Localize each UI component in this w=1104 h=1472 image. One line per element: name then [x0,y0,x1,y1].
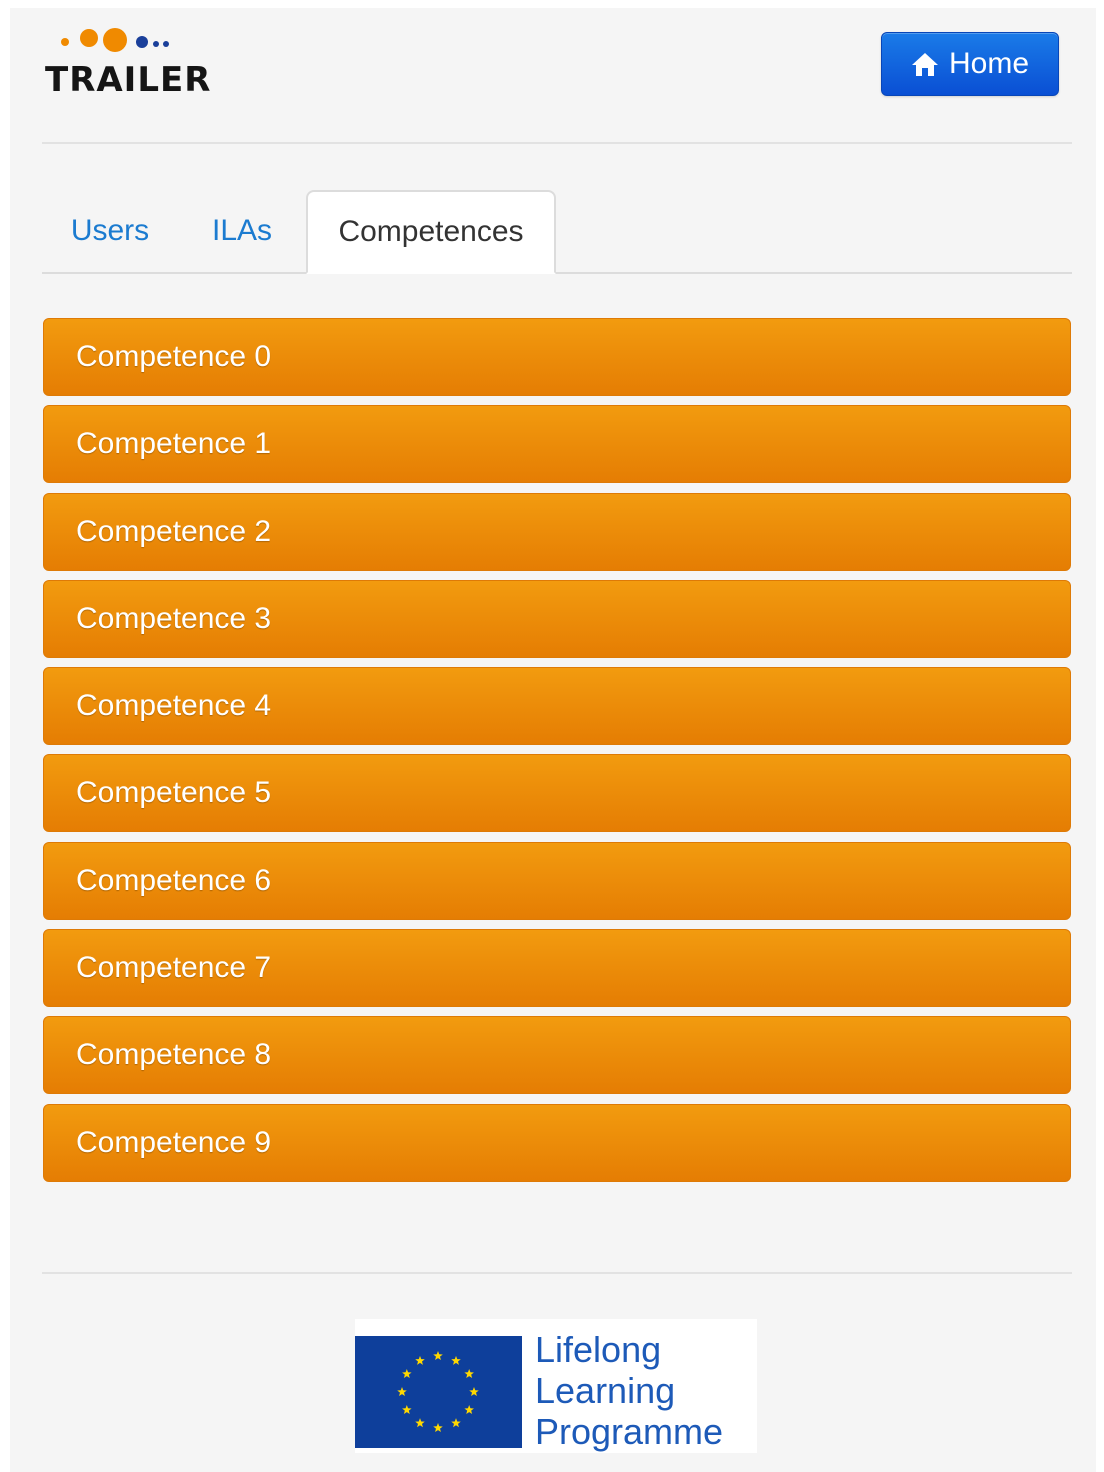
competence-list: Competence 0 Competence 1 Competence 2 C… [43,318,1071,1191]
programme-line-3: Programme [535,1411,724,1452]
competence-item-9[interactable]: Competence 9 [43,1103,1071,1182]
footer-divider [42,1272,1072,1274]
eu-star-icon [433,1351,443,1361]
logo-dots-icon [61,28,169,52]
eu-star-icon [464,1405,474,1415]
eu-flag-icon [355,1336,522,1448]
lifelong-learning-logo: Lifelong Learning Programme [355,1319,757,1453]
programme-name: Lifelong Learning Programme [535,1329,723,1452]
eu-star-icon [433,1423,443,1433]
home-button-label: Home [948,47,1030,80]
competence-item-1[interactable]: Competence 1 [43,405,1071,484]
header-divider [42,142,1072,144]
eu-star-icon [402,1369,412,1379]
eu-stars-icon [397,1351,479,1433]
eu-star-icon [451,1355,461,1365]
tab-users[interactable]: Users [58,190,162,272]
tab-users-label: Users [70,214,150,247]
competence-item-3[interactable]: Competence 3 [43,579,1071,658]
programme-line-1: Lifelong [535,1329,662,1370]
competence-item-6[interactable]: Competence 6 [43,841,1071,920]
tab-competences-label: Competences [338,215,524,248]
competence-item-4[interactable]: Competence 4 [43,667,1071,746]
eu-star-icon [415,1355,425,1365]
programme-line-2: Learning [535,1370,676,1411]
tab-competences[interactable]: Competences [306,190,556,274]
eu-star-icon [402,1405,412,1415]
eu-star-icon [464,1369,474,1379]
tab-ilas[interactable]: ILAs [192,190,292,272]
trailer-logo: TRAILER [45,20,225,110]
competence-item-5[interactable]: Competence 5 [43,754,1071,833]
logo-text: TRAILER [45,60,212,100]
competence-item-2[interactable]: Competence 2 [43,492,1071,571]
tab-bar: Users ILAs Competences [42,190,1072,274]
home-button[interactable]: Home [881,32,1059,96]
home-icon [911,53,938,76]
eu-star-icon [451,1418,461,1428]
eu-star-icon [397,1387,407,1397]
tab-ilas-label: ILAs [211,214,273,247]
competence-item-8[interactable]: Competence 8 [43,1016,1071,1095]
competence-item-0[interactable]: Competence 0 [43,318,1071,396]
competence-item-7[interactable]: Competence 7 [43,929,1071,1008]
eu-star-icon [469,1387,479,1397]
page: TRAILER Home Users ILAs Competences Comp… [10,8,1096,1472]
eu-star-icon [415,1418,425,1428]
